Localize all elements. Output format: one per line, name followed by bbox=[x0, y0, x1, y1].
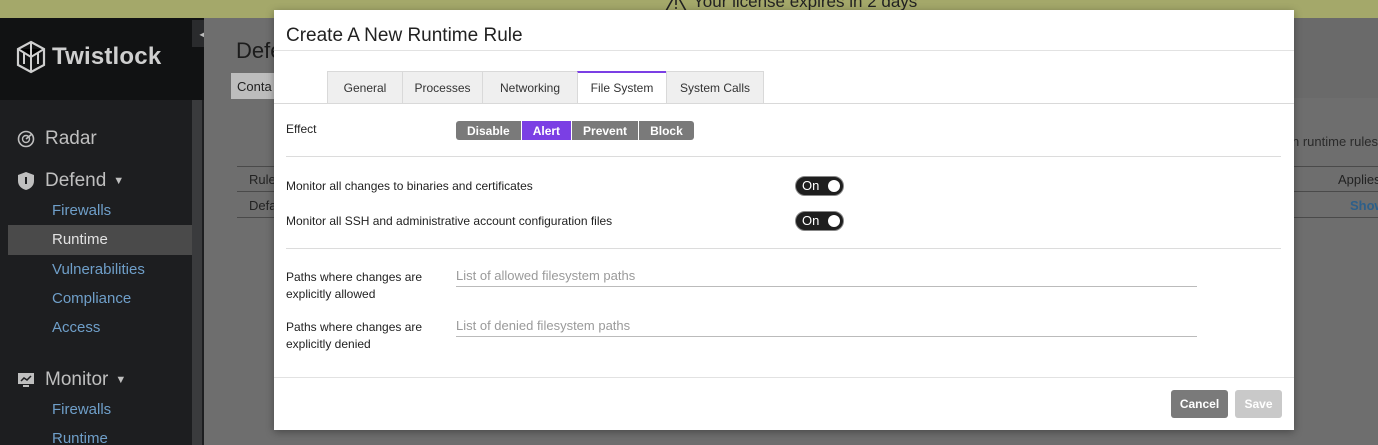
sidebar: Twistlock ◀ Radar Defend ▼ Firewalls Run… bbox=[0, 18, 216, 445]
chevron-down-icon: ▼ bbox=[115, 374, 127, 386]
search-hint: n runtime rules bbox=[1292, 134, 1378, 149]
nav-section-label: Monitor bbox=[45, 369, 109, 390]
logo[interactable]: Twistlock bbox=[16, 40, 161, 74]
allowed-paths-label: Paths where changes are explicitly allow… bbox=[286, 269, 422, 303]
table-row-border bbox=[237, 191, 274, 192]
chevron-down-icon: ▼ bbox=[113, 175, 125, 187]
tab-system-calls[interactable]: System Calls bbox=[666, 71, 764, 104]
effect-alert-button[interactable]: Alert bbox=[521, 121, 573, 140]
tab-processes[interactable]: Processes bbox=[402, 71, 482, 104]
table-row-border bbox=[1294, 191, 1378, 192]
denied-paths-label: Paths where changes are explicitly denie… bbox=[286, 319, 422, 353]
nav-section-label: Radar bbox=[45, 128, 97, 149]
sidebar-item-runtime[interactable]: Runtime bbox=[8, 225, 192, 255]
nav-section-radar[interactable]: Radar bbox=[16, 128, 97, 150]
table-header-border bbox=[237, 166, 274, 167]
sidebar-scrollbar[interactable] bbox=[192, 100, 202, 445]
denied-paths-label-line2: explicitly denied bbox=[286, 337, 371, 351]
denied-paths-input[interactable] bbox=[456, 315, 1197, 337]
radar-icon bbox=[16, 129, 36, 149]
column-header-applies: Applies bbox=[1338, 172, 1378, 187]
allowed-paths-label-line2: explicitly allowed bbox=[286, 287, 376, 301]
column-header-rule: Rule bbox=[249, 172, 276, 187]
dialog-title: Create A New Runtime Rule bbox=[286, 25, 523, 46]
table-row-border bbox=[1294, 217, 1378, 218]
tabs-divider bbox=[274, 103, 1294, 104]
tab-general[interactable]: General bbox=[327, 71, 402, 104]
effect-block-button[interactable]: Block bbox=[639, 121, 694, 140]
toggle-state: On bbox=[802, 213, 820, 228]
logo-bar: Twistlock bbox=[0, 18, 204, 100]
toggle-knob bbox=[828, 180, 840, 192]
shield-icon bbox=[16, 171, 36, 191]
sidebar-item-monitor-runtime[interactable]: Runtime bbox=[52, 430, 108, 445]
sidebar-item-firewalls[interactable]: Firewalls bbox=[52, 202, 111, 219]
section-divider bbox=[286, 248, 1281, 249]
table-row-border bbox=[237, 217, 274, 218]
sidebar-item-monitor-firewalls[interactable]: Firewalls bbox=[52, 401, 111, 418]
effect-prevent-button[interactable]: Prevent bbox=[572, 121, 640, 140]
monitor-ssh-toggle[interactable]: On bbox=[795, 211, 844, 231]
sidebar-item-compliance[interactable]: Compliance bbox=[52, 290, 131, 307]
create-runtime-rule-dialog: Create A New Runtime Rule General Proces… bbox=[274, 10, 1294, 430]
footer-divider bbox=[274, 377, 1294, 378]
show-link[interactable]: Show bbox=[1350, 198, 1378, 213]
section-divider bbox=[286, 156, 1281, 157]
sidebar-item-vulnerabilities[interactable]: Vulnerabilities bbox=[52, 261, 145, 278]
rule-tabs: General Processes Networking File System… bbox=[327, 71, 764, 104]
cancel-button[interactable]: Cancel bbox=[1171, 390, 1228, 418]
sidebar-item-access[interactable]: Access bbox=[52, 319, 100, 336]
tab-file-system[interactable]: File System bbox=[577, 71, 666, 104]
title-divider bbox=[274, 50, 1294, 51]
twistlock-logo-icon bbox=[16, 40, 46, 74]
effect-disable-button[interactable]: Disable bbox=[456, 121, 522, 140]
sidebar-item-label: Runtime bbox=[52, 231, 108, 248]
logo-text: Twistlock bbox=[52, 43, 162, 70]
effect-selector: Disable Alert Prevent Block bbox=[456, 121, 694, 140]
monitor-icon bbox=[16, 370, 36, 390]
monitor-ssh-label: Monitor all SSH and administrative accou… bbox=[286, 214, 613, 228]
allowed-paths-input[interactable] bbox=[456, 265, 1197, 287]
save-button[interactable]: Save bbox=[1235, 390, 1282, 418]
allowed-paths-label-line1: Paths where changes are bbox=[286, 270, 423, 284]
toggle-knob bbox=[828, 215, 840, 227]
nav-section-label: Defend bbox=[45, 170, 107, 191]
toggle-state: On bbox=[802, 178, 820, 193]
background-pattern bbox=[1294, 18, 1378, 98]
nav-section-defend[interactable]: Defend ▼ bbox=[16, 170, 124, 192]
table-cell-rule-name[interactable]: Defa bbox=[249, 198, 276, 213]
tab-networking[interactable]: Networking bbox=[482, 71, 577, 104]
nav-section-monitor[interactable]: Monitor ▼ bbox=[16, 369, 126, 391]
monitor-binaries-label: Monitor all changes to binaries and cert… bbox=[286, 179, 533, 193]
table-header-border bbox=[1294, 166, 1378, 167]
monitor-binaries-toggle[interactable]: On bbox=[795, 176, 844, 196]
denied-paths-label-line1: Paths where changes are bbox=[286, 320, 423, 334]
effect-label: Effect bbox=[286, 122, 317, 136]
